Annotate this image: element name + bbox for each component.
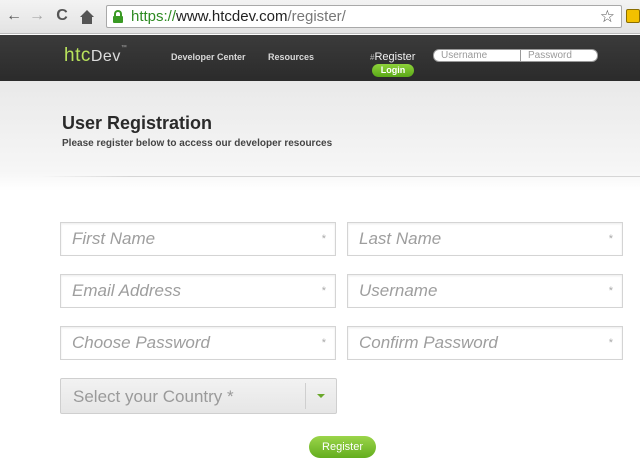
star-icon[interactable]: ☆ bbox=[600, 7, 615, 27]
register-link[interactable]: #Register bbox=[370, 51, 415, 63]
country-select[interactable]: Select your Country * bbox=[60, 378, 337, 414]
page-title: User Registration bbox=[62, 113, 213, 133]
back-arrow-icon[interactable]: ← bbox=[4, 6, 24, 26]
extension-icon[interactable] bbox=[626, 9, 640, 23]
dropdown-caret-icon bbox=[317, 394, 325, 398]
first-name-field[interactable]: First Name * bbox=[60, 222, 336, 256]
header-username-input[interactable]: Username bbox=[433, 49, 521, 62]
username-field[interactable]: Username * bbox=[347, 274, 623, 308]
login-button[interactable]: Login bbox=[372, 64, 414, 77]
nav-developer-center[interactable]: Developer Center bbox=[171, 52, 246, 62]
register-button[interactable]: Register bbox=[309, 436, 376, 458]
password-field[interactable]: Choose Password * bbox=[60, 326, 336, 360]
htcdev-logo[interactable]: htcDev™ bbox=[64, 45, 127, 67]
site-header: htcDev™ Developer Center Resources #Regi… bbox=[0, 35, 640, 81]
last-name-field[interactable]: Last Name * bbox=[347, 222, 623, 256]
email-field[interactable]: Email Address * bbox=[60, 274, 336, 308]
confirm-password-field[interactable]: Confirm Password * bbox=[347, 326, 623, 360]
browser-toolbar: ← → C https://www.htcdev.com/register/ ☆ bbox=[0, 0, 640, 34]
divider bbox=[40, 176, 640, 177]
lock-icon bbox=[113, 10, 123, 23]
registration-page: User Registration Please register below … bbox=[0, 81, 640, 460]
nav-resources[interactable]: Resources bbox=[268, 52, 314, 62]
header-password-input[interactable]: Password bbox=[520, 49, 598, 62]
reload-icon[interactable]: C bbox=[52, 6, 72, 26]
url-text: https://www.htcdev.com/register/ bbox=[131, 8, 346, 25]
page-subtitle: Please register below to access our deve… bbox=[62, 138, 333, 149]
address-bar[interactable]: https://www.htcdev.com/register/ ☆ bbox=[106, 5, 622, 28]
forward-arrow-icon[interactable]: → bbox=[27, 6, 47, 26]
